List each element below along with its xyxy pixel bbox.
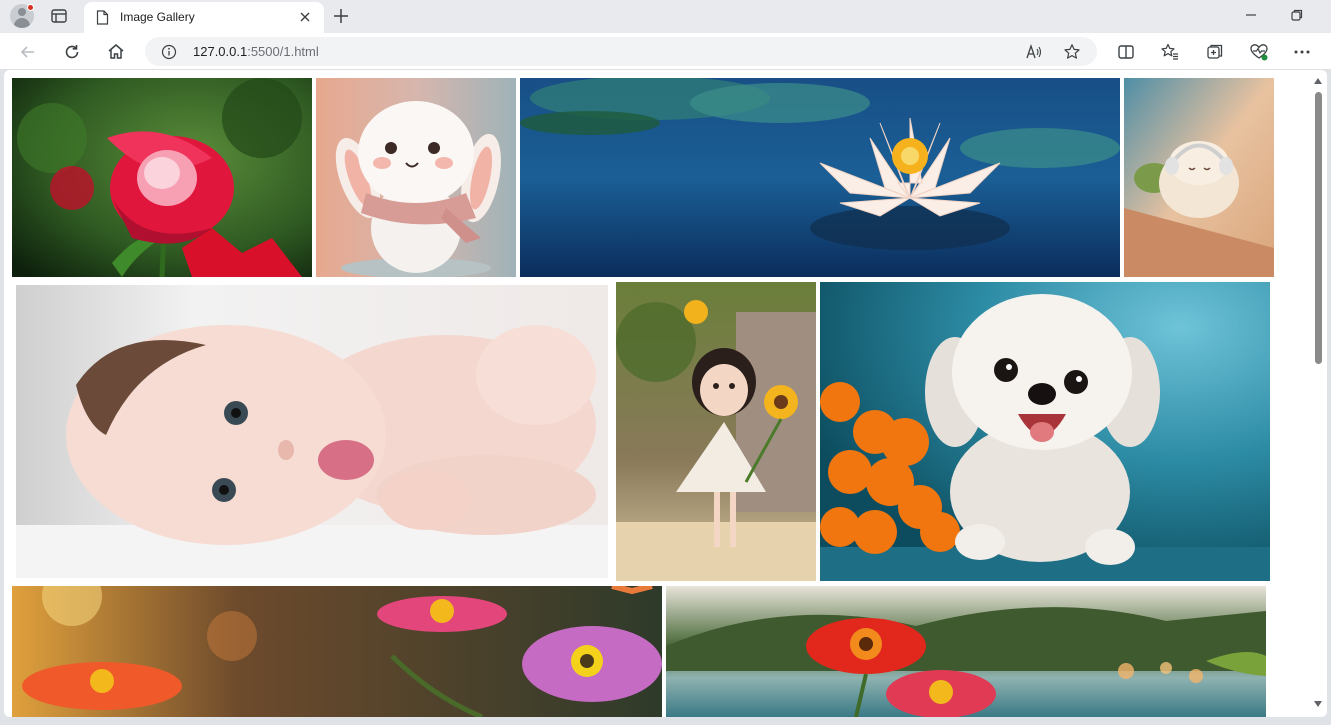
scroll-thumb[interactable] — [1315, 92, 1322, 364]
gerbera-flowers-image — [12, 586, 662, 717]
more-icon[interactable] — [1292, 42, 1312, 62]
restore-icon[interactable] — [1290, 8, 1304, 22]
tab-image-gallery[interactable]: Image Gallery — [84, 2, 324, 33]
document-icon — [96, 10, 109, 25]
vertical-scrollbar[interactable] — [1309, 70, 1327, 717]
puppy-image — [820, 282, 1270, 581]
info-icon[interactable] — [161, 44, 177, 60]
close-icon[interactable] — [298, 10, 312, 24]
tab-strip: Image Gallery — [0, 0, 1331, 33]
sheep-headphones-image — [1124, 78, 1274, 277]
home-icon[interactable] — [106, 42, 126, 62]
water-lily-image — [520, 78, 1120, 277]
refresh-icon[interactable] — [62, 42, 82, 62]
notification-dot — [27, 4, 34, 11]
url-port-path: :5500/1.html — [247, 44, 319, 59]
page-viewport — [4, 70, 1327, 717]
baby-image — [16, 285, 608, 578]
tab-actions-icon[interactable] — [50, 7, 68, 25]
girl-sunflower-image — [616, 282, 816, 581]
red-rose-image — [12, 78, 312, 277]
tab-title: Image Gallery — [120, 10, 195, 24]
minimize-icon[interactable] — [1244, 8, 1258, 22]
star-icon[interactable] — [1063, 43, 1081, 61]
window-bottom-edge — [0, 717, 1331, 725]
back-arrow-icon[interactable] — [18, 42, 38, 62]
favorites-icon[interactable] — [1160, 42, 1180, 62]
scroll-up-icon[interactable] — [1314, 78, 1322, 84]
heart-pulse-icon[interactable] — [1249, 42, 1269, 62]
url-text[interactable]: 127.0.0.1:5500/1.html — [193, 44, 319, 59]
split-screen-icon[interactable] — [1116, 42, 1136, 62]
scroll-down-icon[interactable] — [1314, 701, 1322, 707]
browser-toolbar: 127.0.0.1:5500/1.html — [0, 33, 1331, 70]
bunny-image — [316, 78, 516, 277]
url-host: 127.0.0.1 — [193, 44, 248, 59]
address-bar[interactable]: 127.0.0.1:5500/1.html — [145, 37, 1097, 66]
collections-icon[interactable] — [1205, 42, 1225, 62]
plus-icon[interactable] — [332, 7, 350, 25]
read-aloud-icon[interactable] — [1025, 43, 1043, 61]
red-flowers-lake-image — [666, 586, 1266, 717]
